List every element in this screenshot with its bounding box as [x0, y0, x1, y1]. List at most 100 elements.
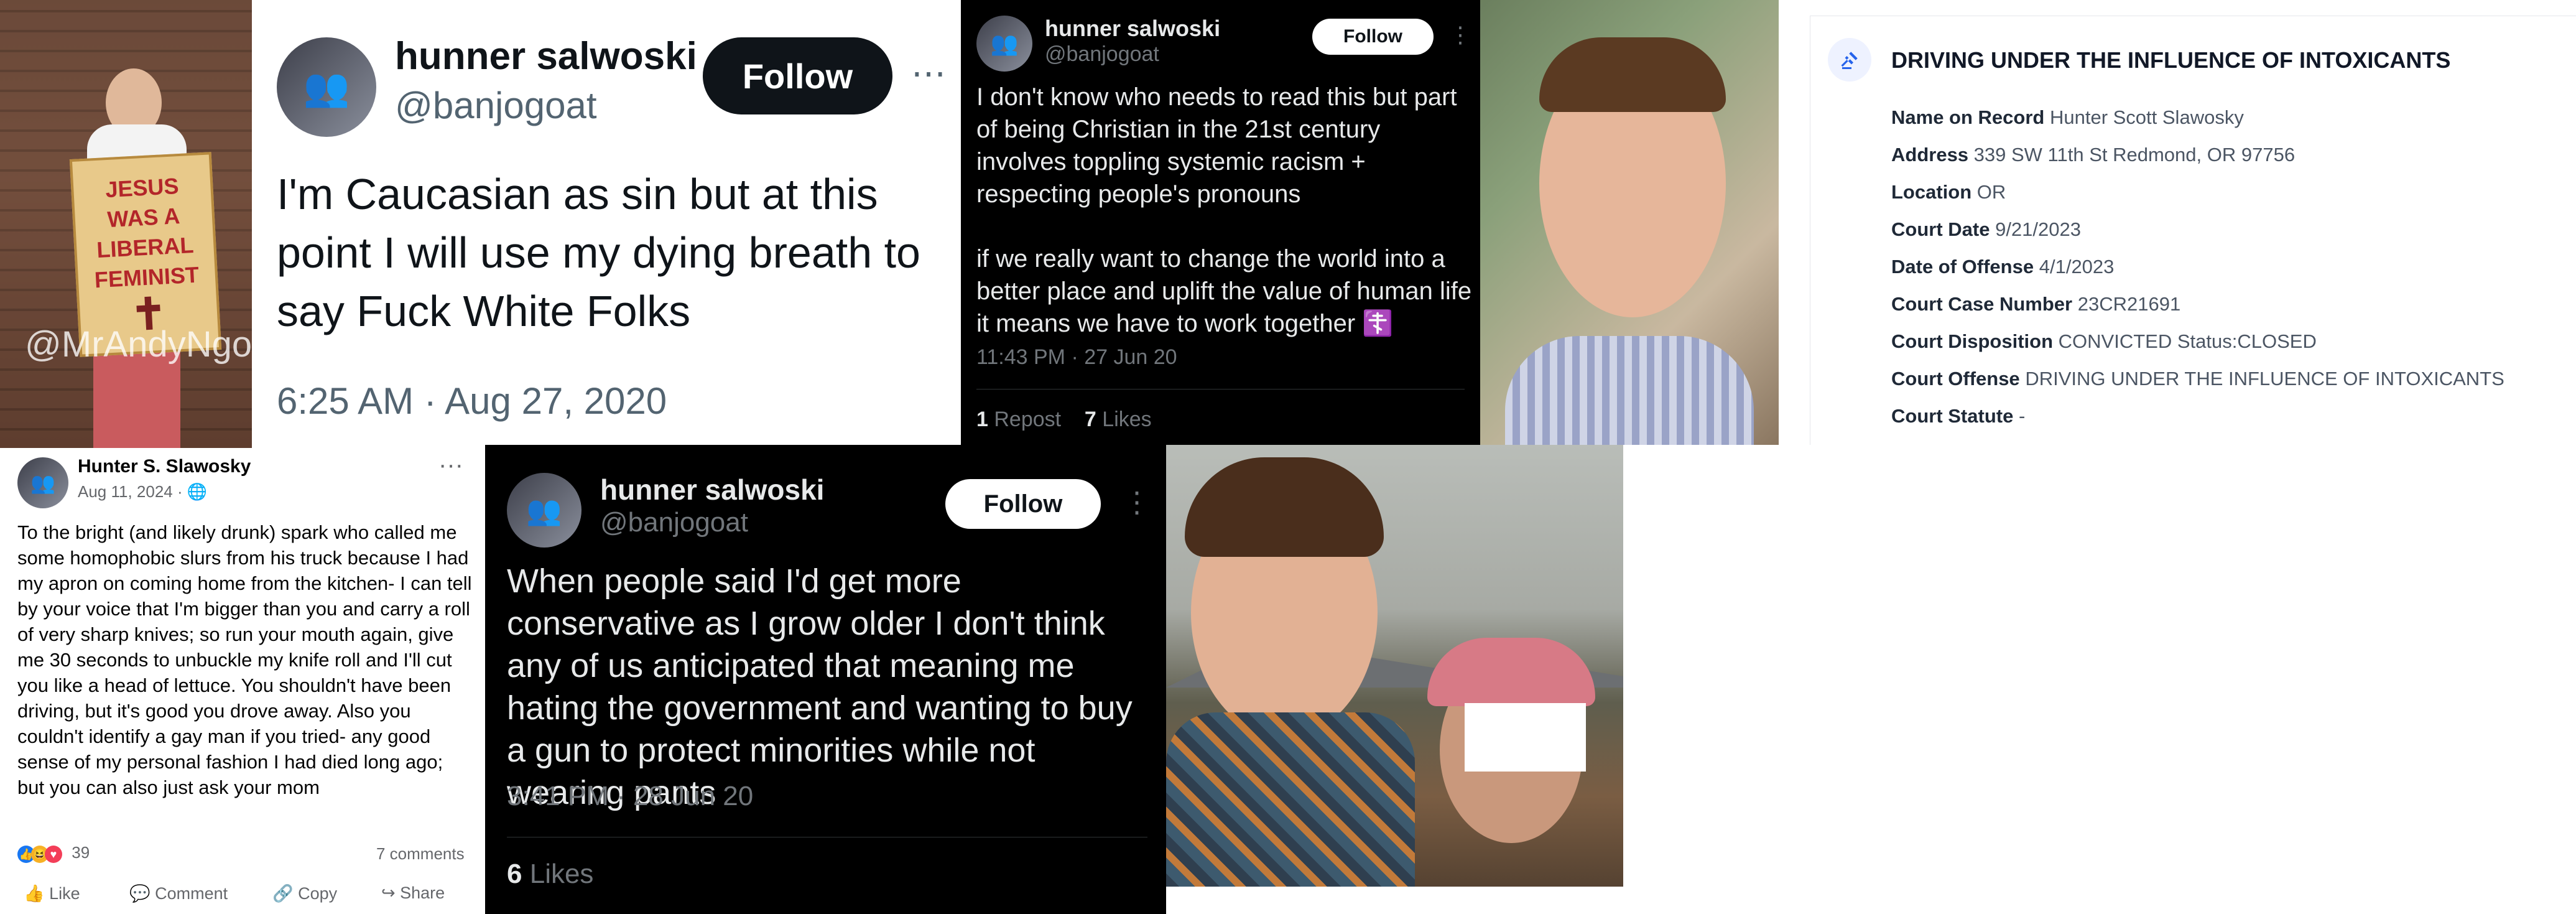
repost-count[interactable]: 1 — [976, 408, 988, 431]
likes-count[interactable]: 7 — [1085, 408, 1096, 431]
record-row: Date of Offense 4/1/2023 — [1891, 256, 2114, 278]
more-options-icon[interactable]: ··· — [438, 451, 463, 479]
tweet-card-christian: 👥 hunner salwoski @banjogoat Follow ⋮ I … — [961, 0, 1480, 445]
row-label: Court Offense — [1891, 368, 2020, 389]
profile-photo-icon: 👥 — [303, 66, 350, 108]
tweet-text: I don't know who needs to read this but … — [976, 83, 1472, 337]
follow-button[interactable]: Follow — [703, 37, 892, 114]
record-row: Court Disposition CONVICTED Status:CLOSE… — [1891, 330, 2317, 353]
share-icon: ↪ — [381, 884, 396, 902]
record-title: DRIVING UNDER THE INFLUENCE OF INTOXICAN… — [1891, 47, 2451, 73]
share-button[interactable]: ↪ Share — [381, 884, 445, 903]
engagement-row: 6 Likes — [507, 859, 593, 890]
post-date[interactable]: Aug 11, 2024 · — [78, 482, 183, 501]
record-row: Court Date 9/21/2023 — [1891, 218, 2081, 241]
shirt — [1505, 336, 1754, 445]
comments-count[interactable]: 7 comments — [376, 844, 465, 864]
sign-line: JESUS — [104, 173, 180, 203]
share-label: Share — [400, 884, 445, 902]
comment-icon: 💬 — [129, 884, 151, 903]
handle[interactable]: @banjogoat — [1045, 42, 1159, 67]
row-value: 4/1/2023 — [2039, 256, 2115, 277]
hair — [1539, 37, 1726, 112]
display-name[interactable]: hunner salwoski — [1045, 16, 1220, 42]
row-label: Date of Offense — [1891, 256, 2034, 277]
record-row: Court Offense DRIVING UNDER THE INFLUENC… — [1891, 368, 2504, 390]
cap-right — [1427, 638, 1595, 706]
display-name[interactable]: hunner salwoski — [395, 34, 697, 78]
more-options-icon[interactable]: ⋮ — [1449, 22, 1471, 48]
tweet-card-caucasian: 👥 hunner salwoski @banjogoat Follow ⋯ I'… — [252, 0, 961, 448]
row-value: 339 SW 11th St Redmond, OR 97756 — [1973, 144, 2296, 166]
more-options-icon[interactable]: ⋮ — [1123, 485, 1151, 519]
row-value: 9/21/2023 — [1995, 218, 2081, 240]
row-label: Location — [1891, 181, 1972, 203]
comment-label: Comment — [155, 884, 228, 903]
copy-button[interactable]: 🔗 Copy — [272, 884, 337, 903]
more-options-icon[interactable]: ⋯ — [911, 53, 946, 94]
comment-button[interactable]: 💬 Comment — [129, 884, 228, 903]
portrait-photo — [1480, 0, 1779, 445]
likes-label[interactable]: Likes — [530, 859, 594, 889]
row-value: - — [2018, 405, 2026, 427]
hair-left — [1185, 457, 1384, 557]
record-row: Location OR — [1891, 181, 2006, 203]
handle[interactable]: @banjogoat — [600, 507, 748, 538]
link-icon: 🔗 — [272, 884, 294, 903]
timestamp[interactable]: 3:41 PM · 28 Jun 20 — [507, 781, 753, 812]
profile-photo-icon: 👥 — [30, 472, 55, 494]
row-label: Court Disposition — [1891, 330, 2054, 352]
record-row: Name on Record Hunter Scott Slawosky — [1891, 106, 2244, 129]
record-row: Address 339 SW 11th St Redmond, OR 97756 — [1891, 144, 2295, 166]
globe-icon: 🌐 — [187, 482, 208, 501]
profile-photo-icon: 👥 — [526, 493, 562, 526]
timestamp[interactable]: 11:43 PM · 27 Jun 20 — [976, 345, 1177, 370]
sign-line: LIBERAL — [96, 231, 195, 263]
gavel-icon — [1828, 38, 1871, 82]
facebook-post-card: 👥 Hunter S. Slawosky Aug 11, 2024 · 🌐 ··… — [0, 448, 485, 914]
watermark: @MrAndyNgo — [25, 324, 252, 365]
avatar[interactable]: 👥 — [17, 457, 68, 508]
row-label: Address — [1891, 144, 1969, 166]
action-bar: 👍 Like 💬 Comment 🔗 Copy ↪ Share — [17, 884, 475, 908]
row-value: CONVICTED Status:CLOSED — [2058, 330, 2317, 352]
row-value: Hunter Scott Slawosky — [2049, 106, 2244, 128]
like-label: Like — [49, 884, 80, 903]
love-reaction-icon: ♥ — [45, 846, 62, 863]
row-value: 23CR21691 — [2077, 293, 2181, 315]
thumbs-up-icon: 👍 — [24, 884, 45, 903]
court-record-card: DRIVING UNDER THE INFLUENCE OF INTOXICAN… — [1810, 16, 2576, 445]
repost-label[interactable]: Repost — [994, 408, 1061, 431]
record-row: Court Statute - — [1891, 405, 2025, 427]
handle[interactable]: @banjogoat — [395, 84, 597, 127]
follow-button[interactable]: Follow — [945, 479, 1101, 529]
tweet-card-conservative: 👥 hunner salwoski @banjogoat Follow ⋮ Wh… — [485, 445, 1166, 914]
avatar[interactable]: 👥 — [976, 16, 1032, 72]
engagement-row: 1 Repost 7 Likes — [976, 408, 1152, 432]
reactions-count[interactable]: 39 — [72, 843, 90, 862]
row-value: DRIVING UNDER THE INFLUENCE OF INTOXICAN… — [2025, 368, 2504, 389]
avatar[interactable]: 👥 — [507, 473, 581, 548]
follow-button[interactable]: Follow — [1312, 19, 1434, 55]
jacket-left — [1166, 712, 1415, 914]
profile-photo-icon: 👥 — [990, 30, 1019, 56]
avatar[interactable]: 👥 — [277, 37, 376, 137]
timestamp[interactable]: 6:25 AM · Aug 27, 2020 — [277, 380, 667, 422]
row-label: Name on Record — [1891, 106, 2045, 128]
reactions-row: 👍😆 ♥ 39 — [17, 843, 90, 863]
sign-line: WAS A — [106, 203, 181, 233]
likes-count[interactable]: 6 — [507, 859, 522, 889]
author-name[interactable]: Hunter S. Slawosky — [78, 456, 251, 477]
row-label: Court Case Number — [1891, 293, 2073, 315]
likes-label[interactable]: Likes — [1102, 408, 1151, 431]
tweet-text: When people said I'd get more conservati… — [507, 562, 1133, 811]
post-text: To the bright (and likely drunk) spark w… — [17, 521, 472, 798]
row-value: OR — [1976, 181, 2006, 203]
display-name[interactable]: hunner salwoski — [600, 473, 824, 506]
record-row: Court Case Number 23CR21691 — [1891, 293, 2180, 315]
copy-label: Copy — [298, 884, 338, 903]
protest-photo: JESUS WAS A LIBERAL FEMINIST ✝ @MrAndyNg… — [0, 0, 252, 448]
redaction-box — [1465, 703, 1586, 772]
like-button[interactable]: 👍 Like — [24, 884, 80, 903]
row-label: Court Date — [1891, 218, 1990, 240]
